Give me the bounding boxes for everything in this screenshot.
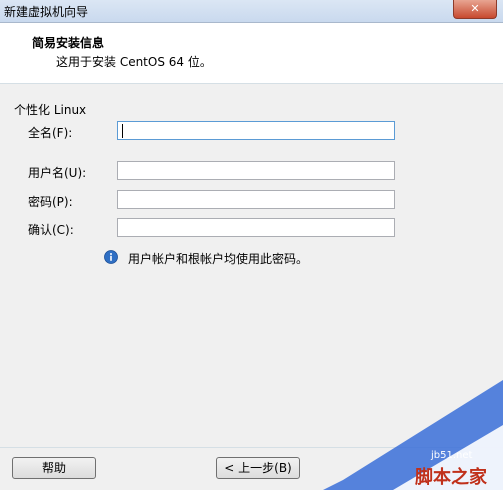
text-caret <box>122 124 123 138</box>
watermark-logo: 脚本之家 jb51.net <box>323 380 503 490</box>
confirm-label: 确认(C): <box>28 223 74 237</box>
username-field[interactable] <box>117 161 395 180</box>
back-button[interactable]: < 上一步(B) <box>216 457 300 479</box>
password-label: 密码(P): <box>28 195 73 209</box>
close-button[interactable]: ✕ <box>453 0 497 19</box>
wizard-header: 简易安装信息 这用于安装 CentOS 64 位。 <box>0 23 503 84</box>
confirm-password-field[interactable] <box>117 218 395 237</box>
personalize-section-label: 个性化 Linux <box>14 103 87 117</box>
window-title: 新建虚拟机向导 <box>4 5 89 19</box>
title-bar: 新建虚拟机向导 ✕ <box>0 0 503 23</box>
fullname-label: 全名(F): <box>28 126 73 140</box>
fullname-field[interactable] <box>117 121 395 140</box>
page-title: 简易安装信息 <box>32 36 105 50</box>
footer-divider <box>0 447 503 448</box>
username-label: 用户名(U): <box>28 166 87 180</box>
password-field[interactable] <box>117 190 395 209</box>
help-button[interactable]: 帮助 <box>12 457 96 479</box>
password-info-text: 用户帐户和根帐户均使用此密码。 <box>128 252 309 266</box>
info-icon <box>104 250 118 264</box>
watermark-url: jb51.net <box>430 450 473 461</box>
watermark-text: 脚本之家 <box>415 466 488 488</box>
page-subtitle: 这用于安装 CentOS 64 位。 <box>56 55 212 69</box>
